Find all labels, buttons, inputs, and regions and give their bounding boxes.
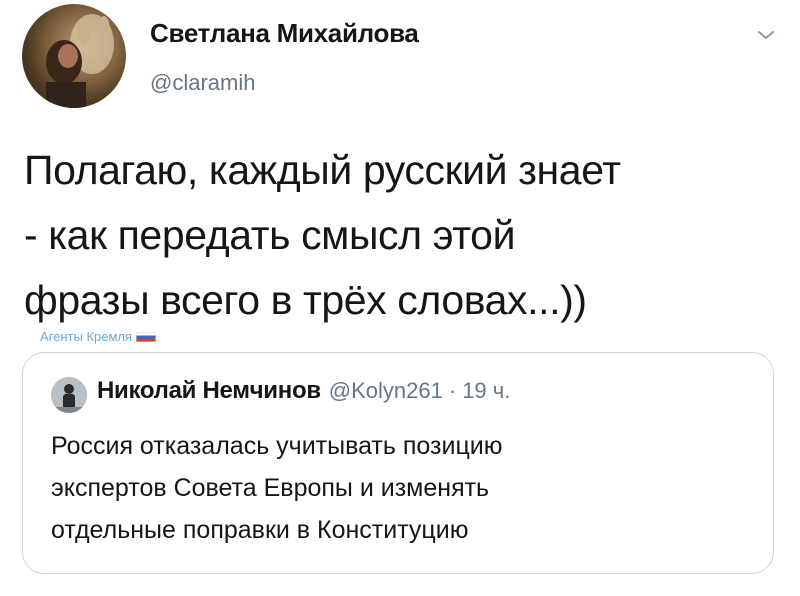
russian-flag-icon — [136, 331, 157, 342]
dot-separator: · — [448, 378, 457, 403]
quoted-author-handle[interactable]: @Kolyn261 — [329, 378, 443, 404]
author-name[interactable]: Светлана Михайлова — [150, 18, 419, 49]
quoted-author-name[interactable]: Николай Немчинов — [97, 377, 321, 405]
quoted-author-avatar[interactable] — [51, 377, 87, 413]
watermark-label: Агенты Кремля — [40, 329, 133, 344]
author-avatar[interactable] — [22, 4, 126, 108]
quoted-tweet-header: Николай Немчинов @Kolyn261 · 19 ч. — [97, 377, 510, 405]
person-silhouette-icon — [51, 377, 87, 413]
quoted-tweet-card[interactable]: Николай Немчинов @Kolyn261 · 19 ч. Росси… — [22, 352, 774, 574]
tweet-view: Светлана Михайлова @claramih Полагаю, ка… — [0, 0, 800, 596]
avatar-photo-icon — [46, 14, 114, 108]
quoted-tweet-time[interactable]: 19 ч. — [462, 378, 510, 404]
watermark: Агенты Кремля — [40, 329, 157, 344]
quoted-tweet-text: Россия отказалась учитывать позицию эксп… — [51, 432, 503, 544]
tweet-text: Полагаю, каждый русский знает - как пере… — [24, 147, 621, 323]
chevron-down-icon[interactable] — [756, 28, 776, 42]
author-handle[interactable]: @claramih — [150, 70, 255, 96]
